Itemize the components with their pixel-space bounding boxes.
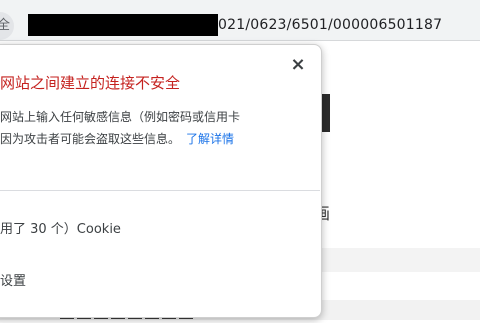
warning-body-line: 因为攻击者可能会盗取这些信息。 了解详情 — [0, 132, 235, 146]
address-bar-url[interactable]: 021/0623/6501/000006501187 — [218, 15, 442, 35]
warning-body-line: 网站上输入任何敏感信息（例如密码或信用卡 — [0, 110, 241, 124]
site-info-chip[interactable]: 全 — [0, 12, 14, 40]
page-grey-band — [320, 248, 480, 272]
not-secure-icon: 全 — [0, 18, 10, 33]
cookies-row[interactable]: 用了 30 个）Cookie — [0, 218, 121, 237]
popup-divider — [0, 190, 320, 191]
url-redaction — [28, 14, 218, 36]
learn-more-link[interactable]: 了解详情 — [186, 132, 234, 146]
connection-warning-title: 网站之间建立的连接不安全 — [0, 74, 181, 92]
site-settings-row[interactable]: 设置 — [0, 270, 26, 289]
close-icon[interactable]: × — [288, 55, 308, 75]
browser-toolbar: 全 021/0623/6501/000006501187 — [0, 0, 480, 41]
connection-warning-body: 网站上输入任何敏感信息（例如密码或信用卡 因为攻击者可能会盗取这些信息。 了解详情 — [0, 106, 305, 150]
